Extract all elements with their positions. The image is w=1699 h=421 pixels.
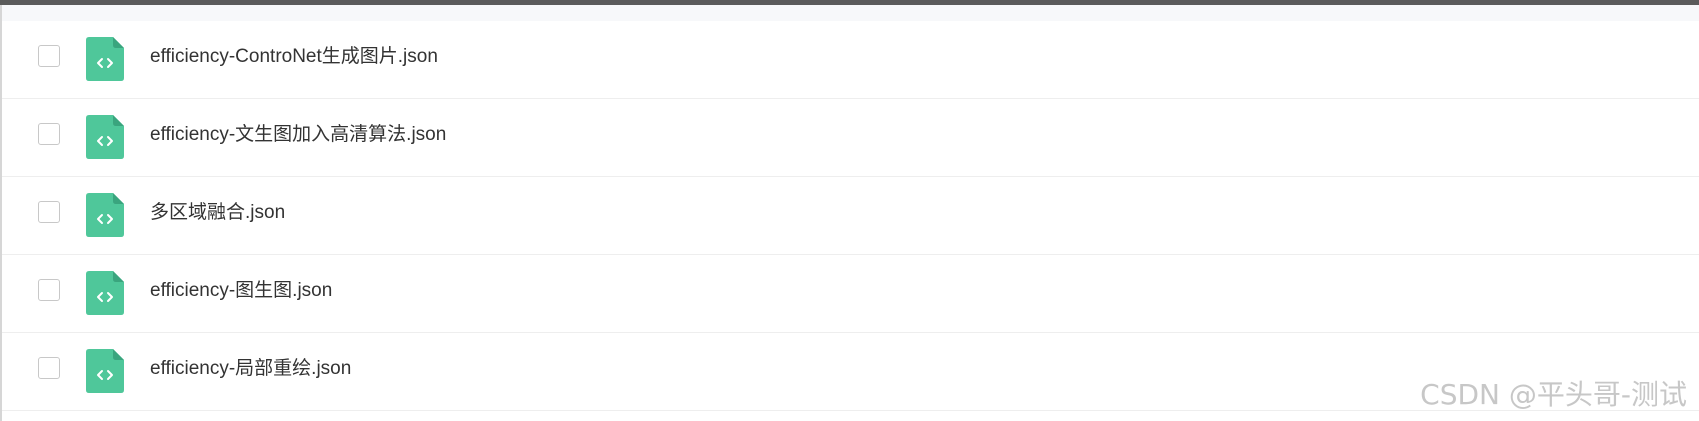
row-checkbox[interactable] [38,279,60,301]
file-name[interactable]: 多区域融合.json [150,201,285,225]
file-name[interactable]: efficiency-ControNet生成图片.json [150,45,438,69]
list-header-strip [2,5,1699,21]
watermark: CSDN @平头哥-测试 [1420,378,1687,411]
code-file-icon [86,193,124,237]
file-name[interactable]: efficiency-局部重绘.json [150,357,351,381]
file-row[interactable]: 多区域融合.json [2,177,1699,255]
row-checkbox[interactable] [38,45,60,67]
row-checkbox[interactable] [38,357,60,379]
file-row[interactable]: efficiency-图生图.json [2,255,1699,333]
row-checkbox[interactable] [38,201,60,223]
code-file-icon [86,115,124,159]
file-name[interactable]: efficiency-文生图加入高清算法.json [150,123,446,147]
code-file-icon [86,37,124,81]
code-file-icon [86,349,124,393]
code-file-icon [86,271,124,315]
file-list: efficiency-ControNet生成图片.json efficiency… [2,21,1699,411]
row-checkbox[interactable] [38,123,60,145]
file-name[interactable]: efficiency-图生图.json [150,279,332,303]
file-row[interactable]: efficiency-ControNet生成图片.json [2,21,1699,99]
file-row[interactable]: efficiency-文生图加入高清算法.json [2,99,1699,177]
